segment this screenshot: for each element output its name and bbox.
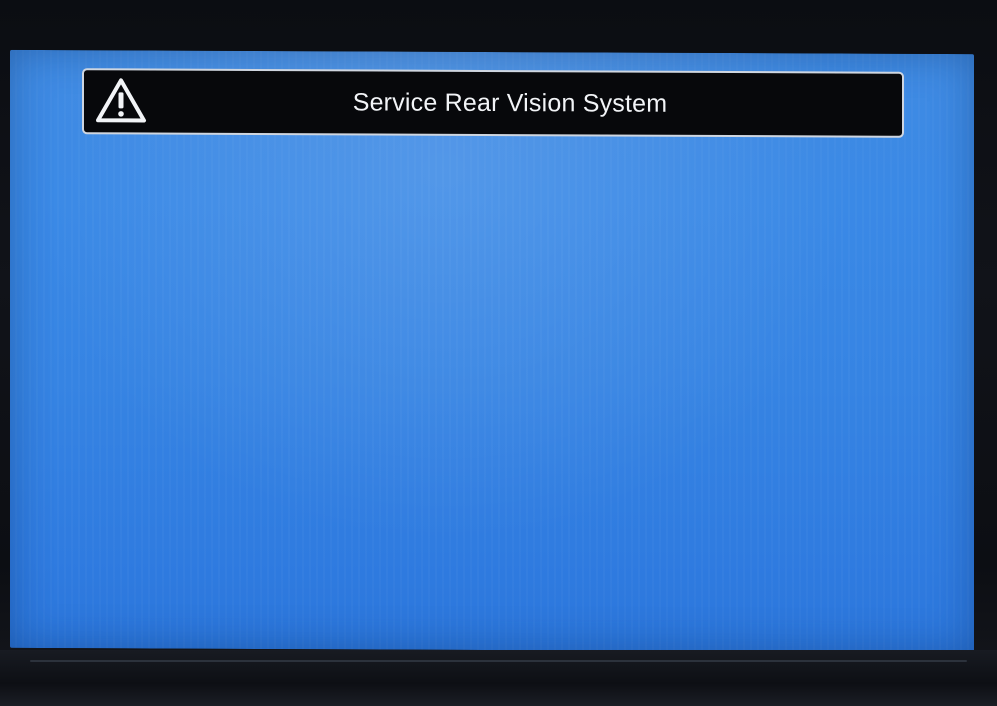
infotainment-screen: Service Rear Vision System xyxy=(10,49,974,653)
dashboard-trim xyxy=(0,650,997,706)
service-alert-banner[interactable]: Service Rear Vision System xyxy=(82,68,904,138)
alert-message: Service Rear Vision System xyxy=(352,87,668,118)
